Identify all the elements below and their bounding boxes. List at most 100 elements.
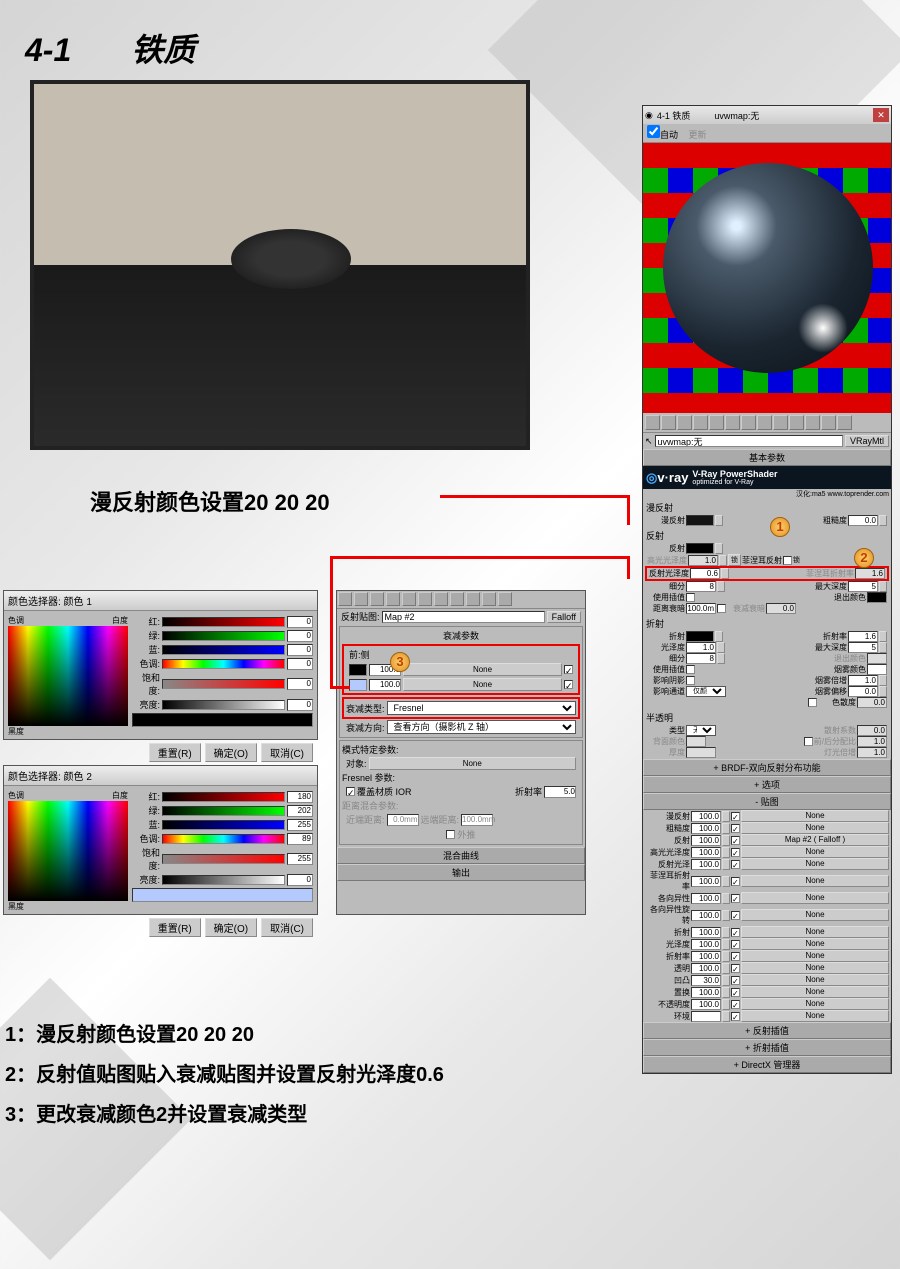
tool-icon[interactable] [498, 592, 512, 606]
map-checkbox[interactable]: ✓ [731, 988, 740, 997]
cancel-button[interactable]: 取消(C) [261, 918, 313, 937]
map-amount[interactable]: 100.0 [691, 823, 721, 834]
tool-icon[interactable] [354, 592, 368, 606]
val-value[interactable]: 0 [287, 699, 313, 711]
spinner[interactable] [722, 893, 730, 904]
spinner[interactable] [722, 910, 730, 921]
map-slot-button[interactable]: None [741, 998, 889, 1010]
tool-icon[interactable] [693, 415, 708, 430]
tool-icon[interactable] [386, 592, 400, 606]
tool-icon[interactable] [805, 415, 820, 430]
refl-gloss-value[interactable]: 0.6 [690, 568, 720, 579]
map-checkbox[interactable]: ✓ [731, 964, 740, 973]
map-checkbox[interactable]: ✓ [731, 848, 740, 857]
subdiv-value[interactable]: 8 [686, 581, 716, 592]
brdf-header[interactable]: + BRDF-双向反射分布功能 [643, 759, 891, 776]
refl-interp-header[interactable]: + 反射插值 [643, 1022, 891, 1039]
map-slot-button[interactable]: None [741, 892, 889, 904]
affect-shadow-checkbox[interactable] [686, 676, 695, 685]
object-button[interactable]: None [369, 757, 576, 770]
tool-icon[interactable] [709, 415, 724, 430]
blue-slider[interactable] [162, 820, 285, 830]
sat-value[interactable]: 255 [287, 853, 313, 865]
tool-icon[interactable] [450, 592, 464, 606]
map-amount[interactable]: 100.0 [691, 910, 721, 921]
spinner[interactable] [722, 811, 730, 822]
map-amount[interactable]: 30.0 [691, 975, 721, 986]
map-slot-button[interactable]: None [741, 822, 889, 834]
green-slider[interactable] [162, 631, 285, 641]
lock-button[interactable]: 锁 [728, 554, 741, 566]
spinner[interactable] [722, 927, 730, 938]
spinner[interactable] [722, 847, 730, 858]
refr-gloss[interactable]: 1.0 [686, 642, 716, 653]
tool-icon[interactable] [402, 592, 416, 606]
fog-color[interactable] [867, 664, 887, 675]
spinner[interactable] [722, 939, 730, 950]
close-icon[interactable]: ✕ [873, 108, 889, 122]
roughness-value[interactable]: 0.0 [848, 515, 878, 526]
falloff-dir-select[interactable]: 查看方向（摄影机 Z 轴） [387, 720, 576, 734]
cancel-button[interactable]: 取消(C) [261, 743, 313, 762]
map-checkbox[interactable]: ✓ [731, 928, 740, 937]
tool-icon[interactable] [482, 592, 496, 606]
map-button[interactable] [715, 543, 723, 554]
fog-bias[interactable]: 0.0 [848, 686, 878, 697]
sat-value[interactable]: 0 [287, 678, 313, 690]
map-checkbox[interactable]: ✓ [731, 911, 740, 920]
map-amount[interactable]: 100.0 [691, 999, 721, 1010]
map-slot-button[interactable]: None [741, 950, 889, 962]
red-slider[interactable] [162, 792, 285, 802]
val-slider[interactable] [162, 875, 285, 885]
color-gradient[interactable] [8, 626, 128, 726]
refr-interp-header[interactable]: + 折射插值 [643, 1039, 891, 1056]
map-checkbox[interactable]: ✓ [731, 894, 740, 903]
menubar[interactable]: 自动 更新 [643, 124, 891, 143]
interp-checkbox[interactable] [686, 593, 695, 602]
refr-interp-checkbox[interactable] [686, 665, 695, 674]
material-name-field[interactable] [655, 435, 843, 447]
map-amount[interactable]: 100.0 [691, 835, 721, 846]
override-ior-checkbox[interactable]: ✓ [346, 787, 355, 796]
tool-icon[interactable] [434, 592, 448, 606]
spinner[interactable] [722, 987, 730, 998]
green-value[interactable]: 202 [287, 805, 313, 817]
tool-icon[interactable] [837, 415, 852, 430]
map-checkbox[interactable]: ✓ [731, 952, 740, 961]
directx-header[interactable]: + DirectX 管理器 [643, 1056, 891, 1073]
basic-params-header[interactable]: 基本参数 [643, 449, 891, 466]
map-slot-button[interactable]: None [741, 962, 889, 974]
map-slot-button[interactable]: None [741, 926, 889, 938]
reset-button[interactable]: 重置(R) [149, 918, 201, 937]
hue-slider[interactable] [162, 659, 285, 669]
map-checkbox[interactable]: ✓ [731, 824, 740, 833]
color-gradient[interactable] [8, 801, 128, 901]
blue-slider[interactable] [162, 645, 285, 655]
options-header[interactable]: + 选项 [643, 776, 891, 793]
map-amount[interactable]: 100.0 [691, 893, 721, 904]
map-checkbox[interactable]: ✓ [731, 940, 740, 949]
checkbox[interactable]: ✓ [564, 680, 573, 689]
reset-button[interactable]: 重置(R) [149, 743, 201, 762]
map-slot-button[interactable]: Map #2 ( Falloff ) [741, 834, 889, 846]
tool-icon[interactable] [741, 415, 756, 430]
map-slot-button[interactable]: None [741, 986, 889, 998]
window-titlebar[interactable]: ◉ 4-1 铁质 uvwmap:无 ✕ [643, 106, 891, 124]
tool-icon[interactable] [773, 415, 788, 430]
val-value[interactable]: 0 [287, 874, 313, 886]
translucency-type[interactable]: 无 [686, 725, 716, 736]
material-type-button[interactable]: VRayMtl [845, 435, 889, 447]
tool-icon[interactable] [661, 415, 676, 430]
spinner[interactable] [722, 859, 730, 870]
ok-button[interactable]: 确定(O) [205, 918, 257, 937]
hue-value[interactable]: 0 [287, 658, 313, 670]
map-checkbox[interactable]: ✓ [731, 1012, 740, 1021]
auto-checkbox[interactable] [647, 125, 660, 138]
tool-icon[interactable] [677, 415, 692, 430]
map-slot-button[interactable]: None [741, 810, 889, 822]
weight-2[interactable]: 100.0 [369, 679, 401, 691]
map-slot-2[interactable]: None [403, 678, 562, 691]
map-slot-button[interactable]: None [741, 1010, 889, 1022]
tool-icon[interactable] [757, 415, 772, 430]
map-slot-1[interactable]: None [403, 663, 562, 676]
